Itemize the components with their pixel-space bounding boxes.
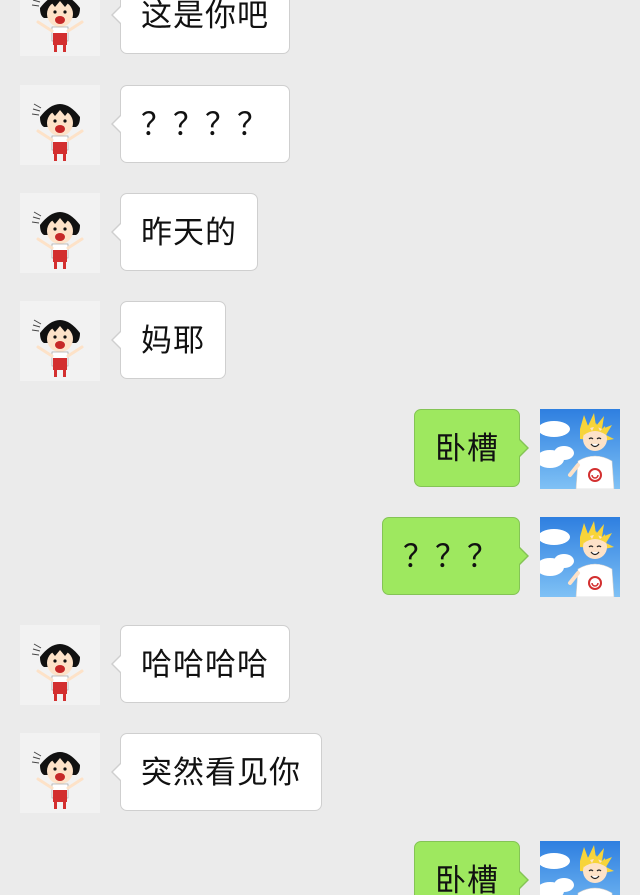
message-row: 卧槽: [0, 409, 640, 489]
chat-message-list[interactable]: 这是你吧 ？？？？ 昨天的 妈耶 卧槽 ？？？ 哈哈哈哈 突然看见你 卧槽: [0, 0, 640, 895]
incoming-message-bubble[interactable]: 昨天的: [111, 193, 258, 271]
message-text: 卧槽: [435, 431, 499, 467]
message-row: 突然看见你: [0, 733, 640, 813]
outgoing-message-bubble[interactable]: 卧槽: [414, 841, 529, 895]
incoming-message-bubble[interactable]: 哈哈哈哈: [111, 625, 290, 703]
girl-avatar-icon[interactable]: [20, 85, 100, 165]
girl-avatar-icon[interactable]: [20, 0, 100, 56]
message-row: 妈耶: [0, 301, 640, 381]
blond-boy-avatar-icon[interactable]: [540, 841, 620, 895]
incoming-message-bubble[interactable]: ？？？？: [111, 85, 290, 163]
message-row: ？？？: [0, 517, 640, 597]
girl-avatar-icon[interactable]: [20, 733, 100, 813]
outgoing-message-bubble[interactable]: ？？？: [382, 517, 529, 595]
message-text: 这是你吧: [141, 0, 269, 34]
message-row: ？？？？: [0, 85, 640, 165]
outgoing-message-bubble[interactable]: 卧槽: [414, 409, 529, 487]
incoming-message-bubble[interactable]: 这是你吧: [111, 0, 290, 54]
blond-boy-avatar-icon[interactable]: [540, 517, 620, 597]
message-row: 哈哈哈哈: [0, 625, 640, 705]
message-text: ？？？: [403, 539, 499, 575]
girl-avatar-icon[interactable]: [20, 193, 100, 273]
message-text: 哈哈哈哈: [141, 647, 269, 683]
blond-boy-avatar-icon[interactable]: [540, 409, 620, 489]
message-row: 这是你吧: [0, 0, 640, 56]
girl-avatar-icon[interactable]: [20, 625, 100, 705]
message-row: 卧槽: [0, 841, 640, 895]
message-text: 妈耶: [141, 323, 205, 359]
girl-avatar-icon[interactable]: [20, 301, 100, 381]
message-text: 卧槽: [435, 863, 499, 895]
incoming-message-bubble[interactable]: 妈耶: [111, 301, 226, 379]
message-text: ？？？？: [141, 107, 269, 143]
message-row: 昨天的: [0, 193, 640, 273]
message-text: 昨天的: [141, 215, 237, 251]
incoming-message-bubble[interactable]: 突然看见你: [111, 733, 322, 811]
message-text: 突然看见你: [141, 755, 301, 791]
